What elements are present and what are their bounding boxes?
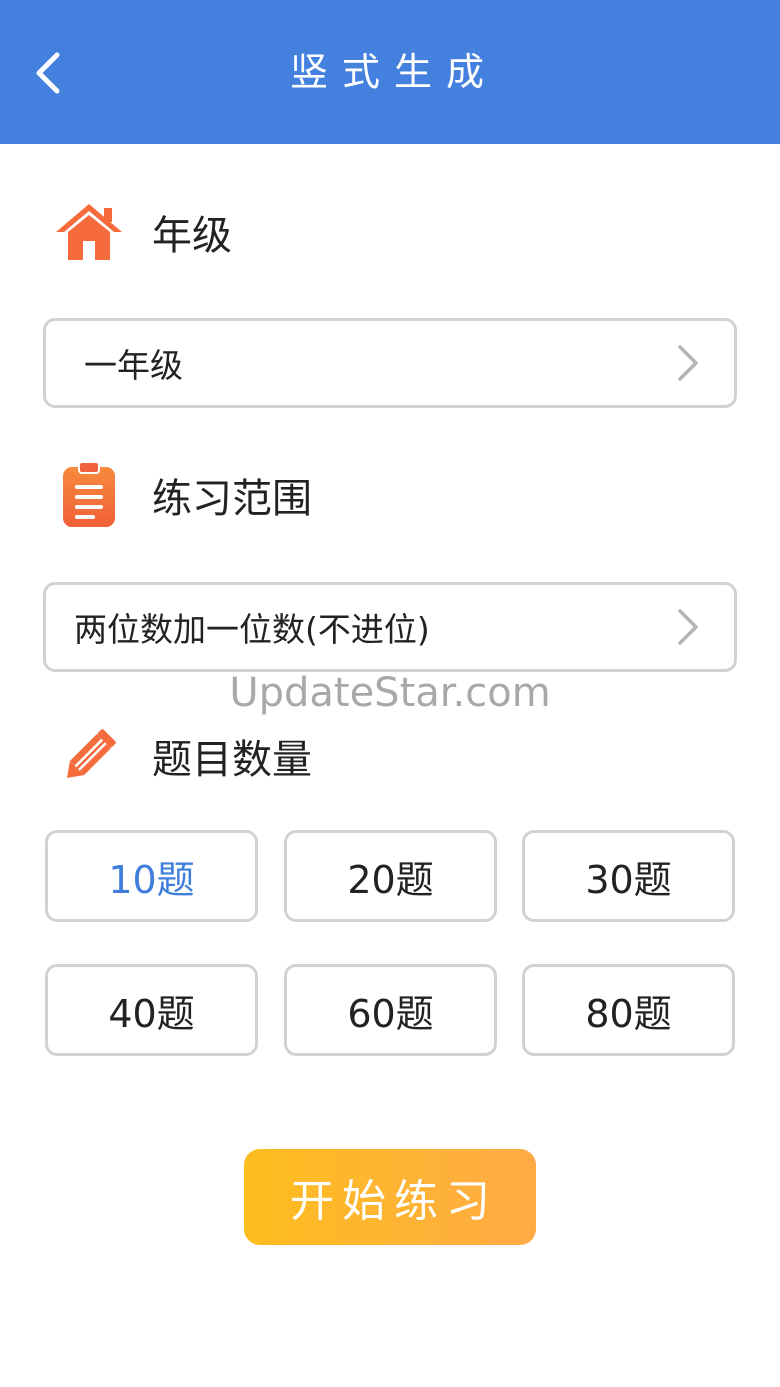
quantity-option-60[interactable]: 60题 <box>284 964 497 1056</box>
grade-value: 一年级 <box>84 346 183 385</box>
range-selector[interactable]: 两位数加一位数(不进位) <box>43 582 737 672</box>
grade-section-header: 年级 <box>52 196 232 268</box>
pencil-icon <box>52 720 126 792</box>
quantity-option-30[interactable]: 30题 <box>522 830 735 922</box>
house-icon <box>52 196 126 268</box>
quantity-option-20[interactable]: 20题 <box>284 830 497 922</box>
grade-selector[interactable]: 一年级 <box>43 318 737 408</box>
chevron-right-icon <box>668 602 708 652</box>
watermark: UpdateStar.com <box>229 670 551 716</box>
range-section-header: 练习范围 <box>52 459 312 531</box>
quantity-label: 题目数量 <box>152 737 312 783</box>
quantity-section-header: 题目数量 <box>52 720 312 792</box>
quantity-option-80[interactable]: 80题 <box>522 964 735 1056</box>
chevron-right-icon <box>668 338 708 388</box>
grade-label: 年级 <box>152 213 232 259</box>
range-value: 两位数加一位数(不进位) <box>74 610 430 649</box>
top-bar: 竖式生成 <box>0 0 780 144</box>
range-label: 练习范围 <box>152 476 312 522</box>
quantity-option-10[interactable]: 10题 <box>45 830 258 922</box>
clipboard-icon <box>52 459 126 531</box>
quantity-option-40[interactable]: 40题 <box>45 964 258 1056</box>
start-practice-button[interactable]: 开始练习 <box>244 1149 536 1245</box>
page-title: 竖式生成 <box>289 50 498 94</box>
